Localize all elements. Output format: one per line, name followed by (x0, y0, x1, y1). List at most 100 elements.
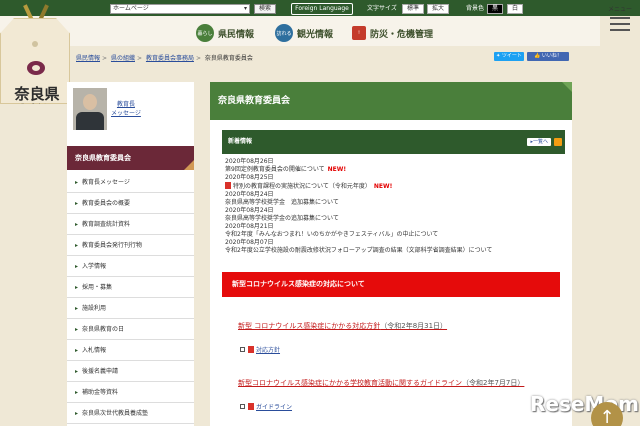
sidebar-item[interactable]: ▸ 奈良県教育の日 (67, 319, 194, 340)
top-bar: ホームページ ▾ 検索 Foreign Language 文字サイズ 標準 拡大… (0, 0, 640, 16)
sidebar-item-label: 教育委員会の概要 (82, 200, 131, 207)
sidebar-menu: ▸ 教育長メッセージ ▸ 教育委員会の概要 ▸ 教育調査統計資料 ▸ 教育委員会発行刊行… (67, 172, 194, 424)
news-title: 特別の教育課程の実施状況について（令和元年度） (233, 183, 371, 190)
site-logo[interactable]: 奈良県 Nara Prefecture (0, 18, 70, 104)
site-select[interactable]: ホームページ ▾ (110, 4, 250, 14)
hamburger-icon-line (610, 29, 630, 31)
sidebar-item-label: 施設利用 (82, 305, 107, 312)
new-badge: NEW! (373, 183, 393, 190)
sidebar-item[interactable]: ▸ 補助金等資料 (67, 382, 194, 403)
news-title: 令和2年度「みんなおつまれ！いのちかがやきフェスティバル」の中止について (225, 231, 439, 238)
logo-title: 奈良県 (14, 85, 60, 103)
breadcrumb: 県民情報 > 県の組織 > 教育委員会事務局 > 奈良県教育委員会 (76, 55, 253, 62)
sidebar-item[interactable]: ▸ 後援名義申請 (67, 361, 194, 382)
news-date: 2020年08月07日 (225, 239, 274, 246)
visit-icon: 訪れる (275, 24, 293, 42)
corner-decoration (562, 82, 572, 92)
news-heading: 新着情報 (228, 138, 253, 145)
scroll-top-button[interactable]: ↑ (591, 402, 623, 426)
breadcrumb-item[interactable]: 県の組織 (111, 55, 135, 62)
nav-resident-info[interactable]: 暮らし 県民情報 (196, 24, 255, 42)
bullet-icon: ▸ (75, 326, 79, 333)
sidebar-item[interactable]: ▸ 教育調査統計資料 (67, 214, 194, 235)
breadcrumb-current: 奈良県教育委員会 (204, 55, 253, 62)
bullet-icon: ▸ (75, 200, 79, 207)
guideline-pdf-link[interactable]: ガイドライン (240, 403, 292, 412)
sidebar-item-label: 補助金等資料 (82, 389, 119, 396)
covid-guideline-title: 新型コロナウイルス感染症にかかる学校教育活動に関するガイドライン (238, 379, 462, 387)
bg-white-button[interactable]: 白 (507, 4, 523, 14)
covid-policy-date: （令和2年8月31日） (380, 322, 448, 330)
news-item[interactable]: 令和2年度「みんなおつまれ！いのちかがやきフェスティバル」の中止について (225, 231, 570, 239)
tweet-label: ツイート (501, 53, 522, 59)
watermark-logo: ReseMom (530, 392, 639, 416)
menu-button[interactable]: メニュー (604, 4, 636, 42)
news-item[interactable]: 奈良県高等学校奨学金 追加募集について (225, 199, 570, 207)
sidebar-heading-label: 奈良県教育委員会 (75, 154, 131, 162)
foreign-language-button[interactable]: Foreign Language (291, 3, 353, 15)
like-button[interactable]: 👍 いいね！ (527, 52, 569, 61)
sidebar-item[interactable]: ▸ 入札情報 (67, 340, 194, 361)
sidebar-item[interactable]: ▸ 教育長メッセージ (67, 172, 194, 193)
news-title: 奈良県高等学校奨学金 追加募集について (225, 199, 339, 206)
tweet-button[interactable]: ✦ ツイート (494, 52, 524, 61)
bg-black-button[interactable]: 黒 (487, 4, 503, 14)
bgcolor-label: 背景色 (466, 5, 485, 12)
logo-subtitle: Nara Prefecture (21, 103, 53, 108)
news-title: 令和2年度公立学校施設の耐震改修状況フォローアップ調査の結果（文部科学省調査結果… (225, 247, 493, 254)
corner-decoration (184, 160, 194, 170)
news-all-link[interactable]: ▸一覧へ (527, 138, 551, 146)
news-date: 2020年08月24日 (225, 191, 274, 198)
font-size-label: 文字サイズ (367, 5, 397, 12)
news-item[interactable]: 奈良県高等学校奨学金の追加募集について (225, 215, 570, 223)
menu-label: メニュー (607, 6, 632, 13)
breadcrumb-item[interactable]: 県民情報 (76, 55, 100, 62)
news-date: 2020年08月25日 (225, 174, 274, 181)
bullet-icon: ▸ (75, 347, 79, 354)
font-large-button[interactable]: 拡大 (427, 4, 449, 14)
sidebar-item[interactable]: ▸ 採用・募集 (67, 277, 194, 298)
checkbox-icon (240, 404, 245, 409)
site-select-value: ホームページ (113, 5, 149, 12)
sidebar-item-label: 採用・募集 (82, 284, 113, 291)
sidebar-item-label: 教育調査統計資料 (82, 221, 131, 228)
superintendent-message-link[interactable]: 教育長 メッセージ (111, 100, 141, 118)
font-standard-button[interactable]: 標準 (402, 4, 424, 14)
chair-link-line2: メッセージ (111, 110, 141, 117)
nav-tourism-info[interactable]: 訪れる 観光情報 (275, 24, 333, 42)
bullet-icon: ▸ (75, 221, 79, 228)
news-list: 2020年08月26日 第9回定例教育委員会の開催について NEW! 2020年0… (225, 158, 570, 255)
search-button[interactable]: 検索 (254, 4, 276, 14)
rss-icon[interactable] (554, 138, 562, 146)
sidebar-item[interactable]: ▸ 奈良県次世代教員養成塾 (67, 403, 194, 424)
page-title-label: 奈良県教育委員会 (218, 96, 291, 106)
news-item[interactable]: 特別の教育課程の実施状況について（令和元年度） NEW! (225, 182, 570, 191)
covid-policy-link[interactable]: 新型 コロナウイルス感染症にかかる対応方針（令和2年8月31日） (238, 321, 447, 331)
news-title: 奈良県高等学校奨学金の追加募集について (225, 215, 339, 222)
news-date: 2020年08月21日 (225, 223, 274, 230)
sidebar-item-label: 奈良県教育の日 (82, 326, 125, 333)
news-item[interactable]: 第9回定例教育委員会の開催について NEW! (225, 166, 570, 174)
sidebar-heading: 奈良県教育委員会 (67, 146, 194, 170)
sidebar-item[interactable]: ▸ 施設利用 (67, 298, 194, 319)
sidebar-item[interactable]: ▸ 教育委員会発行刊行物 (67, 235, 194, 256)
nav-disaster[interactable]: ! 防災・危機管理 (352, 26, 433, 40)
news-all-label: 一覧へ (532, 139, 548, 145)
sidebar-item-label: 奈良県次世代教員養成塾 (82, 410, 149, 417)
policy-pdf-link[interactable]: 対応方針 (240, 346, 280, 355)
sidebar-item-label: 入学情報 (82, 263, 107, 270)
sidebar-item-label: 後援名義申請 (82, 368, 119, 375)
nara-emblem-icon (27, 61, 45, 75)
bullet-icon: ▸ (75, 305, 79, 312)
covid-guideline-link[interactable]: 新型コロナウイルス感染症にかかる学校教育活動に関するガイドライン（令和2年7月7… (238, 378, 524, 388)
sidebar-item[interactable]: ▸ 入学情報 (67, 256, 194, 277)
nav-resident-info-label: 県民情報 (218, 29, 255, 40)
new-badge: NEW! (327, 166, 347, 173)
breadcrumb-item[interactable]: 教育委員会事務局 (146, 55, 194, 62)
bullet-icon: ▸ (75, 179, 79, 186)
news-title: 第9回定例教育委員会の開催について (225, 166, 325, 173)
thumbs-up-icon: 👍 (534, 53, 542, 59)
news-item[interactable]: 令和2年度公立学校施設の耐震改修状況フォローアップ調査の結果（文部科学省調査結果… (225, 247, 570, 255)
page-title: 奈良県教育委員会 (210, 82, 572, 120)
sidebar-item[interactable]: ▸ 教育委員会の概要 (67, 193, 194, 214)
